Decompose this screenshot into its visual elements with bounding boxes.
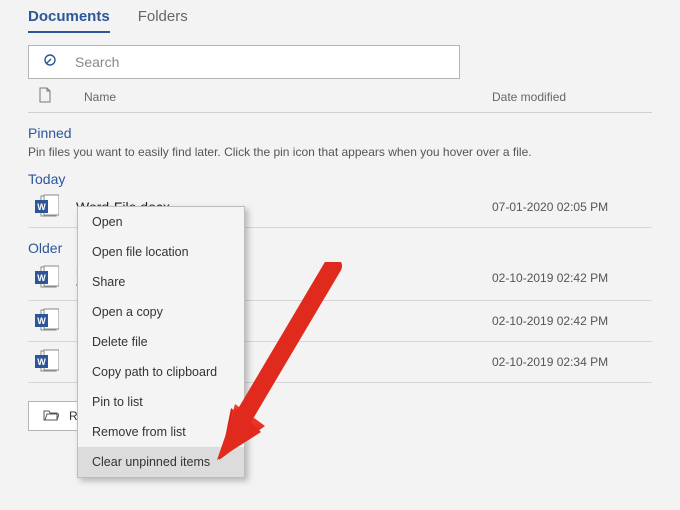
column-date[interactable]: Date modified (492, 90, 652, 104)
word-icon: W (32, 349, 60, 375)
file-date: 02-10-2019 02:42 PM (492, 314, 652, 328)
tab-bar: Documents Folders (28, 0, 652, 33)
column-name[interactable]: Name (84, 90, 464, 104)
tab-documents[interactable]: Documents (28, 4, 110, 33)
tab-folders[interactable]: Folders (138, 4, 188, 33)
menu-pin[interactable]: Pin to list (78, 387, 244, 417)
file-date: 02-10-2019 02:42 PM (492, 271, 652, 285)
menu-remove[interactable]: Remove from list (78, 417, 244, 447)
pinned-hint: Pin files you want to easily find later.… (28, 145, 652, 159)
svg-text:W: W (37, 273, 46, 283)
word-icon: W (32, 308, 60, 334)
file-header-icon (38, 87, 56, 106)
section-today: Today (28, 171, 652, 187)
search-box[interactable] (28, 45, 460, 79)
section-pinned: Pinned (28, 125, 652, 141)
menu-share[interactable]: Share (78, 267, 244, 297)
file-date: 07-01-2020 02:05 PM (492, 200, 652, 214)
menu-copy-path[interactable]: Copy path to clipboard (78, 357, 244, 387)
search-icon (43, 53, 59, 72)
svg-text:W: W (37, 202, 46, 212)
svg-text:W: W (37, 316, 46, 326)
context-menu: Open Open file location Share Open a cop… (77, 206, 245, 478)
svg-text:W: W (37, 357, 46, 367)
menu-open[interactable]: Open (78, 207, 244, 237)
file-date: 02-10-2019 02:34 PM (492, 355, 652, 369)
word-icon: W (32, 265, 60, 291)
menu-open-location[interactable]: Open file location (78, 237, 244, 267)
word-icon: W (32, 194, 60, 220)
search-input[interactable] (73, 53, 445, 71)
menu-clear-unpinned[interactable]: Clear unpinned items (78, 447, 244, 477)
menu-delete[interactable]: Delete file (78, 327, 244, 357)
menu-open-copy[interactable]: Open a copy (78, 297, 244, 327)
list-header: Name Date modified (28, 79, 652, 113)
folder-open-icon (43, 408, 59, 424)
